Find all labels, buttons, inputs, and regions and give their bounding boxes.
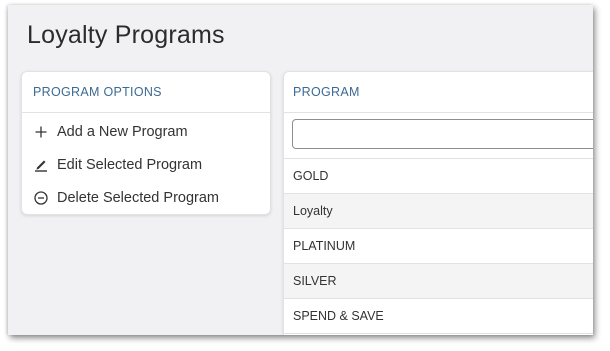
pencil-icon <box>33 157 49 173</box>
plus-icon <box>33 124 49 140</box>
minus-circle-icon <box>33 190 49 206</box>
delete-program-button[interactable]: Delete Selected Program <box>22 181 270 214</box>
program-row-gold[interactable]: GOLD <box>284 159 593 194</box>
program-column-header[interactable]: PROGRAM <box>284 72 593 113</box>
add-program-label: Add a New Program <box>57 123 188 140</box>
program-row-silver[interactable]: SILVER <box>284 264 593 299</box>
program-filter-input[interactable] <box>292 119 593 149</box>
loyalty-programs-window: Loyalty Programs PROGRAM OPTIONS Add a N… <box>8 5 593 335</box>
program-table: PROGRAM GOLD Loyalty PLATINUM SILVER SPE… <box>283 71 593 335</box>
page-title: Loyalty Programs <box>27 21 225 49</box>
program-row-platinum[interactable]: PLATINUM <box>284 229 593 264</box>
program-options-header: PROGRAM OPTIONS <box>22 72 270 113</box>
edit-program-label: Edit Selected Program <box>57 156 203 173</box>
edit-program-button[interactable]: Edit Selected Program <box>22 148 270 181</box>
program-options-panel: PROGRAM OPTIONS Add a New Program Edit S… <box>21 71 271 215</box>
delete-program-label: Delete Selected Program <box>57 189 219 206</box>
program-row-spend-save[interactable]: SPEND & SAVE <box>284 299 593 334</box>
add-program-button[interactable]: Add a New Program <box>22 115 270 148</box>
program-filter-row <box>284 113 593 159</box>
program-row-loyalty[interactable]: Loyalty <box>284 194 593 229</box>
